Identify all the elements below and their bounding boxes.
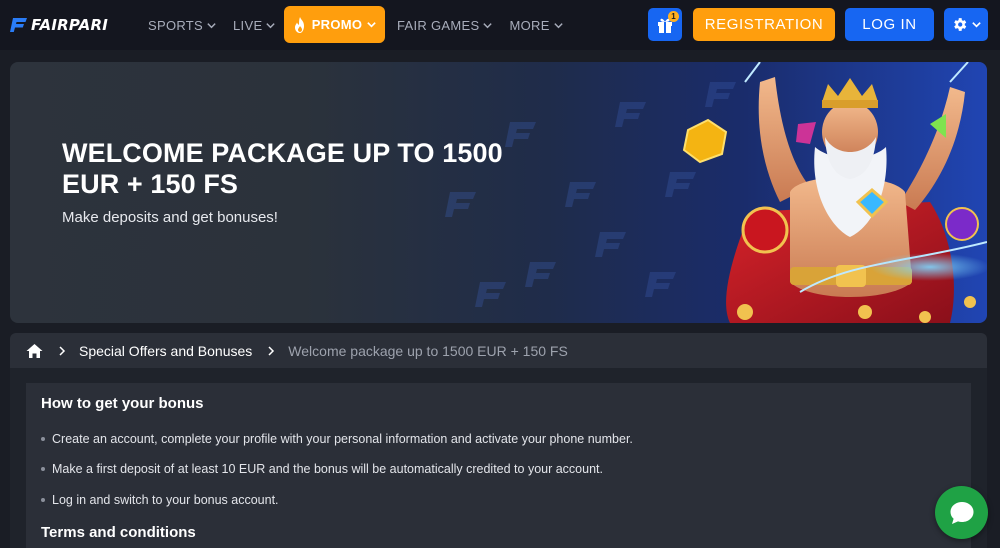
promo-banner: WELCOME PACKAGE UP TO 1500 EUR + 150 FS … (10, 62, 987, 323)
nav-more-label: MORE (509, 17, 550, 33)
chevron-right-icon (268, 345, 275, 356)
chevron-down-icon (207, 22, 216, 28)
bullet-dot (41, 498, 45, 502)
how-to-get-bonus-title: How to get your bonus (41, 395, 204, 412)
breadcrumb-current: Welcome package up to 1500 EUR + 150 FS (288, 342, 568, 359)
terms-title: Terms and conditions (41, 524, 196, 541)
main-nav-right: FAIR GAMES MORE (389, 0, 572, 50)
chevron-right-icon (59, 345, 66, 356)
nav-sports-label: SPORTS (148, 17, 204, 33)
top-header: FAIRPARI SPORTS LIVE PROMO FAIR GAMES MO… (0, 0, 1000, 50)
chevron-down-icon (266, 22, 276, 28)
gift-count-badge: 1 (668, 11, 679, 22)
chat-button[interactable] (935, 486, 988, 539)
brand-logo[interactable]: FAIRPARI (10, 14, 108, 36)
nav-fair-games-label: FAIR GAMES (397, 17, 480, 33)
registration-button[interactable]: REGISTRATION (693, 8, 835, 41)
nav-sports[interactable]: SPORTS (140, 0, 225, 50)
zeus-illustration (682, 62, 987, 323)
gear-icon (953, 18, 966, 31)
login-button[interactable]: LOG IN (845, 8, 934, 41)
settings-button[interactable] (944, 8, 988, 41)
nav-live-label: LIVE (233, 17, 263, 33)
gift-button[interactable]: 1 (648, 8, 682, 41)
nav-live[interactable]: LIVE (225, 0, 284, 50)
nav-promo[interactable]: PROMO (284, 6, 385, 43)
main-nav: SPORTS LIVE (140, 0, 284, 50)
bonus-step-text: Create an account, complete your profile… (52, 432, 633, 446)
bullet-dot (41, 437, 45, 441)
bonus-step-text: Make a first deposit of at least 10 EUR … (52, 462, 603, 476)
nav-promo-label: PROMO (311, 17, 363, 32)
bonus-info-card: How to get your bonus Create an account,… (26, 383, 971, 548)
breadcrumb-link-special-offers[interactable]: Special Offers and Bonuses (79, 343, 252, 359)
chevron-down-icon (553, 22, 563, 28)
bonus-step: Create an account, complete your profile… (41, 432, 633, 446)
banner-title: WELCOME PACKAGE UP TO 1500 EUR + 150 FS (62, 138, 503, 199)
banner-subtitle: Make deposits and get bonuses! (62, 209, 278, 226)
bonus-step: Log in and switch to your bonus account. (41, 493, 279, 507)
nav-fair-games[interactable]: FAIR GAMES (389, 0, 501, 50)
chevron-down-icon (483, 22, 493, 28)
flame-icon (294, 16, 304, 33)
chevron-down-icon (367, 22, 377, 28)
bonus-step-text: Log in and switch to your bonus account. (52, 493, 279, 507)
fairpari-logo-icon (10, 16, 28, 34)
bonus-step: Make a first deposit of at least 10 EUR … (41, 462, 603, 476)
bullet-dot (41, 467, 45, 471)
brand-name: FAIRPARI (31, 16, 109, 34)
chevron-down-icon (971, 22, 981, 28)
home-icon[interactable] (26, 343, 43, 359)
breadcrumb: Special Offers and Bonuses Welcome packa… (10, 333, 987, 368)
chat-icon (950, 501, 973, 524)
nav-more[interactable]: MORE (501, 0, 571, 50)
